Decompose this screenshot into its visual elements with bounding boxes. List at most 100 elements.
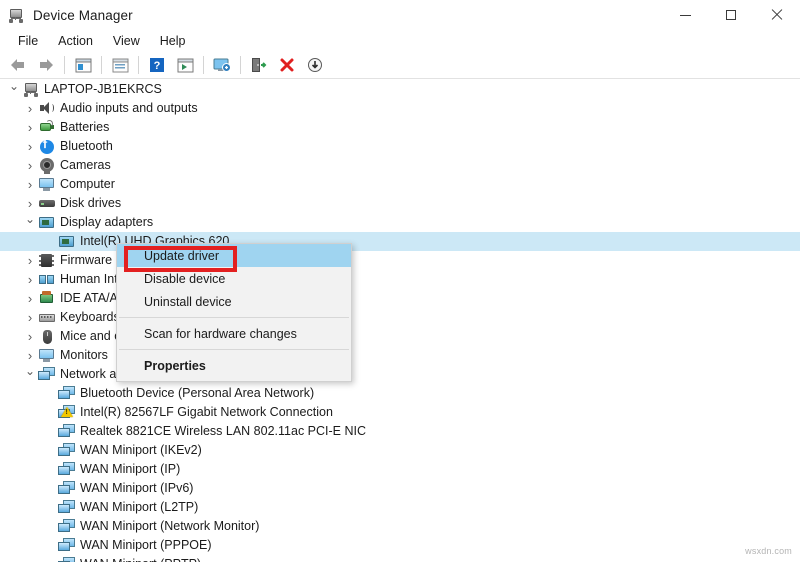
network-adapter-icon xyxy=(58,441,76,460)
chevron-right-icon[interactable] xyxy=(22,270,38,289)
close-button[interactable] xyxy=(754,0,800,30)
chevron-down-icon[interactable] xyxy=(6,80,22,99)
update-driver-icon[interactable] xyxy=(245,53,273,77)
tree-item-label: WAN Miniport (Network Monitor) xyxy=(80,519,260,533)
chevron-right-icon[interactable] xyxy=(22,194,38,213)
watermark: wsxdn.com xyxy=(745,546,792,556)
tree-item-label: Display adapters xyxy=(60,215,154,229)
tree-item-label: WAN Miniport (L2TP) xyxy=(80,500,199,514)
tree-item-label: Batteries xyxy=(60,120,110,134)
chevron-right-icon[interactable] xyxy=(22,137,38,156)
menu-view[interactable]: View xyxy=(103,32,150,50)
toolbar-separator xyxy=(240,56,241,74)
tree-item-bluetooth[interactable]: † Bluetooth xyxy=(0,137,800,156)
tree-item-label: WAN Miniport (PPPOE) xyxy=(80,538,212,552)
monitor-icon xyxy=(38,175,56,194)
forward-icon[interactable] xyxy=(32,53,60,77)
firmware-icon xyxy=(38,251,56,270)
chevron-right-icon[interactable] xyxy=(22,308,38,327)
tree-item-batteries[interactable]: Batteries xyxy=(0,118,800,137)
tree-item-wan-pppoe[interactable]: WAN Miniport (PPPOE) xyxy=(0,536,800,555)
tree-item-label: Bluetooth Device (Personal Area Network) xyxy=(80,386,315,400)
window-controls xyxy=(662,0,800,30)
chevron-right-icon[interactable] xyxy=(22,156,38,175)
chevron-right-icon[interactable] xyxy=(22,118,38,137)
chevron-right-icon[interactable] xyxy=(22,346,38,365)
network-adapter-icon xyxy=(38,365,56,384)
network-adapter-warning-icon xyxy=(58,403,76,422)
chevron-right-icon[interactable] xyxy=(22,99,38,118)
properties-icon[interactable] xyxy=(106,53,134,77)
tree-item-intel-82567lf[interactable]: Intel(R) 82567LF Gigabit Network Connect… xyxy=(0,403,800,422)
tree-item-wan-pptp[interactable]: WAN Miniport (PPTP) xyxy=(0,555,800,562)
help-icon[interactable]: ? xyxy=(143,53,171,77)
tree-item-wan-ipv6[interactable]: WAN Miniport (IPv6) xyxy=(0,479,800,498)
tree-item-label: Monitors xyxy=(60,348,108,362)
context-menu-item-update-driver[interactable]: Update driver xyxy=(117,244,351,267)
context-menu-item-uninstall-device[interactable]: Uninstall device xyxy=(117,290,351,313)
tree-item-label: LAPTOP-JB1EKRCS xyxy=(44,82,162,96)
chevron-right-icon[interactable] xyxy=(22,251,38,270)
menu-help[interactable]: Help xyxy=(150,32,196,50)
network-adapter-icon xyxy=(58,498,76,517)
battery-icon xyxy=(38,118,56,137)
context-menu[interactable]: Update driver Disable device Uninstall d… xyxy=(116,243,352,382)
tree-item-wan-l2tp[interactable]: WAN Miniport (L2TP) xyxy=(0,498,800,517)
display-adapter-icon xyxy=(38,213,56,232)
chevron-down-icon[interactable] xyxy=(22,365,38,384)
toolbar-separator xyxy=(64,56,65,74)
view-icon[interactable] xyxy=(171,53,199,77)
speaker-icon xyxy=(38,99,56,118)
uninstall-device-icon[interactable] xyxy=(273,53,301,77)
tree-item-bluetooth-pan[interactable]: Bluetooth Device (Personal Area Network) xyxy=(0,384,800,403)
context-menu-item-scan-for-hardware-changes[interactable]: Scan for hardware changes xyxy=(117,322,351,345)
tree-item-audio[interactable]: Audio inputs and outputs xyxy=(0,99,800,118)
tree-item-disk-drives[interactable]: Disk drives xyxy=(0,194,800,213)
hid-icon xyxy=(38,270,56,289)
tree-item-display-adapters[interactable]: Display adapters xyxy=(0,213,800,232)
tree-item-label: Computer xyxy=(60,177,115,191)
tree-item-label: Firmware xyxy=(60,253,113,267)
display-adapter-icon xyxy=(58,232,76,251)
svg-text:?: ? xyxy=(154,60,161,72)
minimize-button[interactable] xyxy=(662,0,708,30)
back-icon[interactable] xyxy=(4,53,32,77)
maximize-button[interactable] xyxy=(708,0,754,30)
tree-item-root[interactable]: LAPTOP-JB1EKRCS xyxy=(0,80,800,99)
tree-item-wan-ip[interactable]: WAN Miniport (IP) xyxy=(0,460,800,479)
context-menu-item-properties[interactable]: Properties xyxy=(117,354,351,377)
toolbar-separator xyxy=(138,56,139,74)
camera-icon xyxy=(38,156,56,175)
scan-hardware-changes-icon[interactable] xyxy=(208,53,236,77)
tree-item-realtek-8821ce[interactable]: Realtek 8821CE Wireless LAN 802.11ac PCI… xyxy=(0,422,800,441)
chevron-down-icon[interactable] xyxy=(22,213,38,232)
device-manager-window: Device Manager File Action View Help ? ⌄… xyxy=(0,0,800,562)
show-hide-console-tree-icon[interactable] xyxy=(69,53,97,77)
bluetooth-icon: † xyxy=(38,137,56,156)
disable-device-icon[interactable] xyxy=(301,53,329,77)
tree-item-wan-ikev2[interactable]: WAN Miniport (IKEv2) xyxy=(0,441,800,460)
ide-controller-icon xyxy=(38,289,56,308)
minimize-icon xyxy=(679,14,691,16)
menu-action[interactable]: Action xyxy=(48,32,103,50)
tree-item-label: Cameras xyxy=(60,158,111,172)
tree-item-wan-network-monitor[interactable]: WAN Miniport (Network Monitor) xyxy=(0,517,800,536)
menu-file[interactable]: File xyxy=(8,32,48,50)
context-menu-item-disable-device[interactable]: Disable device xyxy=(117,267,351,290)
mouse-icon xyxy=(38,327,56,346)
context-menu-separator xyxy=(119,317,349,318)
network-adapter-icon xyxy=(58,555,76,562)
network-adapter-icon xyxy=(58,460,76,479)
chevron-right-icon[interactable] xyxy=(22,327,38,346)
tree-item-computer[interactable]: Computer xyxy=(0,175,800,194)
toolbar-separator xyxy=(203,56,204,74)
window-title: Device Manager xyxy=(33,7,133,23)
menu-bar: File Action View Help xyxy=(0,30,800,52)
toolbar-separator xyxy=(101,56,102,74)
tree-item-cameras[interactable]: Cameras xyxy=(0,156,800,175)
tree-item-label: WAN Miniport (IKEv2) xyxy=(80,443,202,457)
chevron-right-icon[interactable] xyxy=(22,175,38,194)
chevron-right-icon[interactable] xyxy=(22,289,38,308)
tree-item-label: WAN Miniport (IPv6) xyxy=(80,481,194,495)
tree-item-label: WAN Miniport (PPTP) xyxy=(80,555,201,562)
